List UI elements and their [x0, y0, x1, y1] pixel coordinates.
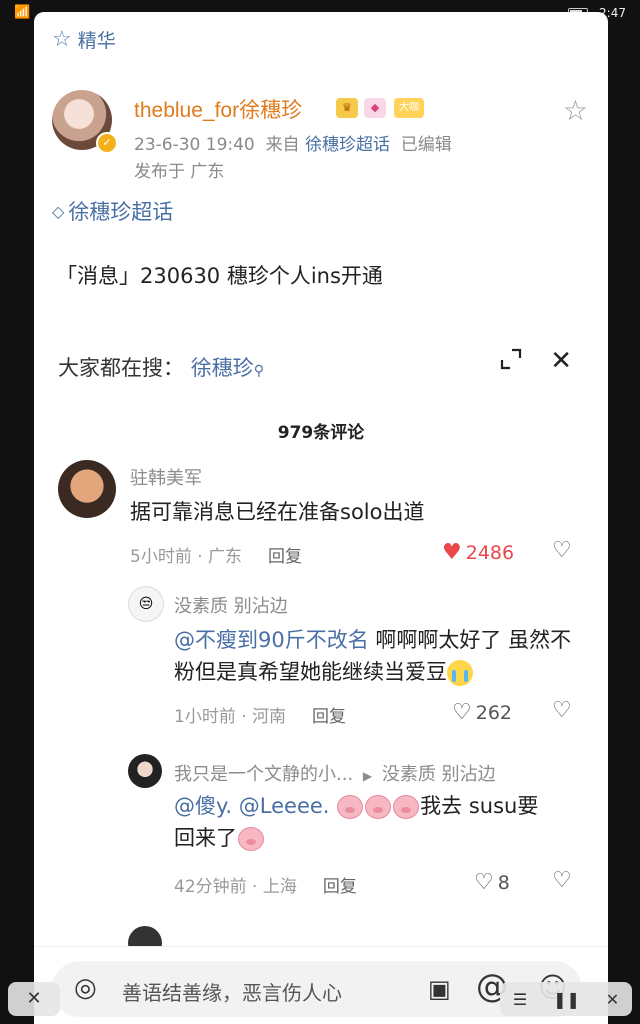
comment-time: 5小时前 · 广东	[130, 547, 243, 567]
commenter-name-text: 我只是一个文静的小...	[174, 764, 354, 785]
mention-link[interactable]: @不瘦到90斤不改名	[174, 628, 369, 652]
reply-button[interactable]: 回复	[268, 547, 302, 567]
media-controls: ☰ ❚❚ ✕	[500, 982, 632, 1016]
trending-search[interactable]: 大家都在搜： 徐穗珍⚲	[58, 352, 264, 382]
diamond-icon: ◇	[52, 201, 65, 221]
like-button[interactable]: ♡ 262	[452, 700, 512, 725]
mention-link[interactable]: @傻y. @Leeee.	[174, 794, 329, 818]
author-username[interactable]: theblue_for徐穗珍	[134, 94, 302, 124]
vip-badge: 大咖	[394, 98, 424, 118]
broken-heart-icon[interactable]: ♡	[552, 538, 572, 563]
comment-body: 我去 susu要	[420, 794, 539, 818]
star-outline-icon: ☆	[52, 27, 72, 52]
avatar[interactable]	[58, 460, 116, 518]
avatar[interactable]: 😒	[128, 586, 164, 622]
topic-label: 徐穗珍超话	[68, 200, 174, 224]
heart-outline-icon: ♡	[474, 870, 494, 895]
comment-input-placeholder: 善语结善缘，恶言伤人心	[122, 981, 342, 1005]
reply-to-name[interactable]: 没素质 别沾边	[382, 764, 496, 785]
comment-meta: 5小时前 · 广东 回复	[130, 542, 302, 567]
commenter-name[interactable]: 没素质 别沾边	[174, 592, 288, 618]
post-time: 23-6-30 19:40	[134, 135, 255, 155]
comment-meta: 42分钟前 · 上海 回复	[174, 872, 357, 897]
like-button[interactable]: ♥ 2486	[442, 540, 514, 565]
pig-emoji-icon	[365, 795, 392, 819]
comment-time: 42分钟前 · 上海	[174, 877, 297, 897]
verified-badge-icon: ✓	[96, 132, 118, 154]
from-label: 来自	[265, 135, 300, 155]
close-overlay-button[interactable]: ✕	[8, 982, 60, 1016]
topic-link[interactable]: ◇ 徐穗珍超话	[52, 196, 173, 226]
favorite-star-icon[interactable]: ☆	[563, 94, 588, 127]
avatar[interactable]	[128, 754, 162, 788]
like-count: 8	[497, 871, 510, 894]
search-keyword[interactable]: 徐穗珍	[191, 356, 254, 380]
like-count: 2486	[465, 541, 515, 564]
like-button[interactable]: ♡ 8	[474, 870, 510, 895]
essence-tag[interactable]: ☆ 精华	[52, 26, 116, 53]
pig-emoji-icon	[238, 827, 264, 851]
diamond-badge-icon: ◆	[364, 98, 386, 118]
essence-label: 精华	[77, 30, 116, 52]
comment-text: @傻y. @Leeee. 我去 susu要 回来了	[174, 790, 584, 854]
pause-icon[interactable]: ❚❚	[553, 990, 580, 1009]
post-meta: 23-6-30 19:40 来自 徐穗珍超话 已编辑	[134, 130, 452, 155]
camera-icon[interactable]: ◎	[74, 973, 97, 1003]
post-card: ☆ 精华 ✓ theblue_for徐穗珍 ♛ ◆ 大咖 ☆ 23-6-30 1…	[34, 12, 608, 1024]
comment-time: 1小时前 · 河南	[174, 707, 287, 727]
comment-body-cont: 回来了	[174, 826, 237, 850]
comment-text: @不瘦到90斤不改名 啊啊啊太好了 虽然不粉但是真希望她能继续当爱豆	[174, 624, 584, 688]
reply-button[interactable]: 回复	[312, 707, 346, 727]
edited-label: 已编辑	[400, 135, 452, 155]
menu-icon[interactable]: ☰	[513, 990, 527, 1009]
heart-outline-icon: ♡	[452, 700, 472, 725]
post-source-link[interactable]: 徐穗珍超话	[305, 135, 390, 155]
search-label: 大家都在搜：	[58, 356, 184, 380]
like-count: 262	[475, 701, 512, 724]
wifi-icon: 📶	[14, 5, 31, 20]
close-icon[interactable]: ✕	[606, 990, 619, 1009]
search-icon: ⚲	[253, 363, 264, 379]
image-icon[interactable]: ▣	[428, 975, 451, 1003]
crown-badge-icon: ♛	[336, 98, 358, 118]
heart-filled-icon: ♥	[442, 540, 462, 565]
broken-heart-icon[interactable]: ♡	[552, 868, 572, 893]
comment-meta: 1小时前 · 河南 回复	[174, 702, 346, 727]
comment-count: 979条评论	[277, 423, 365, 443]
pig-emoji-icon	[393, 795, 420, 819]
close-icon[interactable]: ✕	[550, 346, 572, 376]
reply-arrow-icon: ▶	[362, 769, 373, 783]
commenter-name[interactable]: 驻韩美军	[130, 464, 202, 490]
comment-text: 据可靠消息已经在准备solo出道	[130, 500, 425, 524]
post-text: 「消息」230630 穗珍个人ins开通	[56, 264, 383, 288]
commenter-name[interactable]: 我只是一个文静的小... ▶ 没素质 别沾边	[174, 760, 496, 786]
broken-heart-icon[interactable]: ♡	[552, 698, 572, 723]
pig-emoji-icon	[337, 795, 364, 819]
post-location: 发布于 广东	[134, 162, 225, 182]
crying-emoji-icon	[447, 660, 473, 686]
reply-button[interactable]: 回复	[323, 877, 357, 897]
expand-icon[interactable]	[500, 348, 522, 370]
